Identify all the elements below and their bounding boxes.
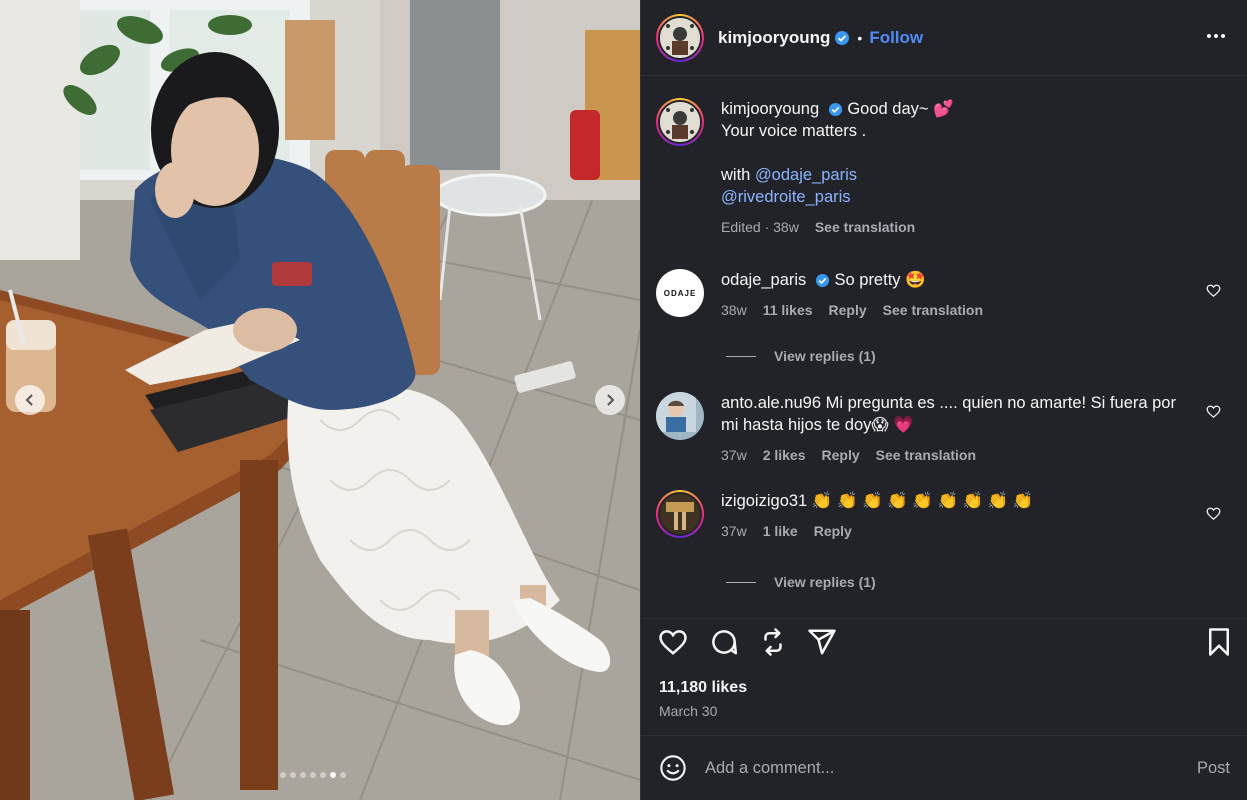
carousel-dot xyxy=(300,772,306,778)
avatar-logo-text: ODAJE xyxy=(663,288,697,298)
carousel-dot xyxy=(340,772,346,778)
post-media[interactable] xyxy=(0,0,640,800)
caption-see-translation[interactable]: See translation xyxy=(815,216,915,238)
comment-composer: Post xyxy=(641,735,1247,800)
share-icon[interactable] xyxy=(807,627,837,657)
comment-avatar[interactable]: ODAJE xyxy=(656,269,704,317)
carousel-dot xyxy=(290,772,296,778)
post-comment-button[interactable]: Post xyxy=(1197,759,1230,778)
comment-icon[interactable] xyxy=(709,627,739,657)
caption-with-label: with xyxy=(721,166,751,184)
comment-avatar[interactable] xyxy=(656,490,704,538)
author-username[interactable]: kimjooryoung xyxy=(718,28,830,48)
view-replies-button[interactable]: View replies (1) xyxy=(726,574,876,590)
comment-likes[interactable]: 1 like xyxy=(763,520,798,542)
carousel-indicator xyxy=(280,772,346,778)
header-separator: • xyxy=(857,29,863,46)
comment-username[interactable]: anto.ale.nu96 xyxy=(721,394,821,412)
comments-list[interactable]: kimjooryoung Good day~ 💕 Your voice matt… xyxy=(641,76,1247,618)
replies-divider-line xyxy=(726,581,756,583)
more-icon[interactable] xyxy=(1206,26,1226,46)
avatar-image xyxy=(660,494,700,534)
post-sidebar: kimjooryoung • Follow kimjooryoung Good … xyxy=(640,0,1247,800)
verified-icon xyxy=(815,274,829,288)
carousel-dot xyxy=(320,772,326,778)
bookmark-icon[interactable] xyxy=(1206,627,1232,657)
post-actions: 11,180 likes March 30 xyxy=(641,618,1247,735)
comment-reply-button[interactable]: Reply xyxy=(814,520,852,542)
comment-text: 👏 👏 👏 👏 👏 👏 👏 👏 👏 xyxy=(811,492,1034,510)
replies-divider-line xyxy=(726,355,756,357)
comment-like-heart-icon[interactable] xyxy=(1206,283,1221,298)
post-date[interactable]: March 30 xyxy=(659,703,717,719)
comment-avatar[interactable] xyxy=(656,392,704,440)
avatar-image xyxy=(660,102,700,142)
chevron-left-icon xyxy=(25,394,33,406)
carousel-dot xyxy=(280,772,286,778)
view-replies-label: View replies (1) xyxy=(774,574,876,590)
comment-see-translation[interactable]: See translation xyxy=(883,299,983,321)
caption-line-1: Good day~ 💕 xyxy=(847,100,954,118)
caption-mention-odaje[interactable]: @odaje_paris xyxy=(755,166,857,184)
author-avatar[interactable] xyxy=(656,13,704,62)
comment-input[interactable] xyxy=(705,758,1175,778)
comment-text: So pretty 🤩 xyxy=(834,271,926,289)
comment-username[interactable]: izigoizigo31 xyxy=(721,492,807,510)
caption: kimjooryoung Good day~ 💕 Your voice matt… xyxy=(656,98,1236,238)
caption-line-2: Your voice matters . xyxy=(721,122,867,140)
heart-icon[interactable] xyxy=(658,627,688,657)
comment-username[interactable]: odaje_paris xyxy=(721,271,806,289)
chevron-right-icon xyxy=(607,394,615,406)
verified-icon xyxy=(828,103,842,117)
caption-avatar[interactable] xyxy=(656,98,704,146)
comment-time: 37w xyxy=(721,447,747,463)
comment-likes[interactable]: 2 likes xyxy=(763,444,806,466)
post-photo xyxy=(0,0,640,800)
verified-icon xyxy=(835,30,850,45)
caption-edited-time: Edited · 38w xyxy=(721,219,799,235)
previous-photo-button[interactable] xyxy=(15,385,45,415)
caption-username[interactable]: kimjooryoung xyxy=(721,100,819,118)
comment-time: 38w xyxy=(721,302,747,318)
post-header: kimjooryoung • Follow xyxy=(641,0,1247,76)
caption-mention-rivedroite[interactable]: @rivedroite_paris xyxy=(721,186,1191,208)
comment-reply-button[interactable]: Reply xyxy=(829,299,867,321)
post-dialog: kimjooryoung • Follow kimjooryoung Good … xyxy=(0,0,1247,800)
comment-reply-button[interactable]: Reply xyxy=(822,444,860,466)
comment-item: ODAJE odaje_paris So pretty 🤩 38w 11 lik… xyxy=(656,269,1236,321)
comment-item: izigoizigo31 👏 👏 👏 👏 👏 👏 👏 👏 👏 37w 1 lik… xyxy=(656,490,1236,542)
comment-see-translation[interactable]: See translation xyxy=(876,444,976,466)
next-photo-button[interactable] xyxy=(595,385,625,415)
comment-like-heart-icon[interactable] xyxy=(1206,404,1221,419)
avatar-image xyxy=(660,17,700,58)
repost-icon[interactable] xyxy=(758,627,788,657)
avatar-image xyxy=(656,392,696,432)
emoji-icon[interactable] xyxy=(659,754,687,782)
view-replies-button[interactable]: View replies (1) xyxy=(726,348,876,364)
comment-likes[interactable]: 11 likes xyxy=(763,299,813,321)
comment-like-heart-icon[interactable] xyxy=(1206,506,1221,521)
carousel-dot xyxy=(310,772,316,778)
comment-item: anto.ale.nu96 Mi pregunta es .... quien … xyxy=(656,392,1236,466)
likes-count[interactable]: 11,180 likes xyxy=(659,679,747,697)
comment-time: 37w xyxy=(721,523,747,539)
view-replies-label: View replies (1) xyxy=(774,348,876,364)
follow-button[interactable]: Follow xyxy=(869,28,923,48)
carousel-dot-active xyxy=(330,772,336,778)
